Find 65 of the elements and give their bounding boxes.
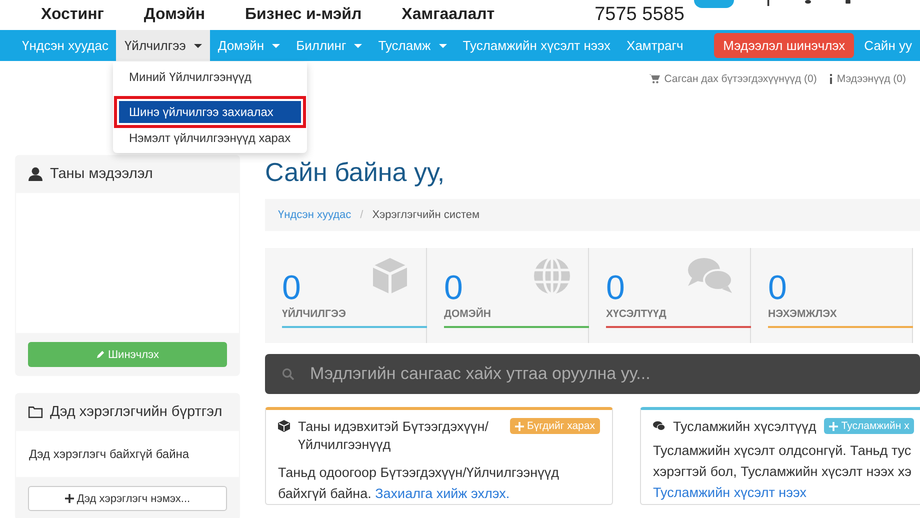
stat-label: ҮЙЛЧИЛГЭЭ [282, 308, 347, 320]
stat-tile[interactable]: 0 НЭХЭМЖЛЭХ [751, 248, 913, 343]
breadcrumb-separator: / [360, 209, 364, 221]
panel-title: Таны идэвхитэй Бүтээгдэхүүн/ Үйлчилгээнүүд [298, 418, 490, 454]
stat-value: 0 [768, 270, 787, 306]
badge-shape [694, 0, 734, 8]
menu-item[interactable]: Миний Үйлчилгээнүүд [113, 66, 307, 88]
stat-label: ДОМЭЙН [444, 308, 492, 320]
nav-item[interactable]: Хамтрагч [618, 30, 692, 61]
stat-tile[interactable]: 0 ХҮСЭЛТҮҮД [589, 248, 751, 343]
breadcrumb-item[interactable]: Үндсэн хуудас [278, 209, 352, 221]
search-input[interactable]: Мэдлэгийн сангаас хайх утгаа оруулна уу... [308, 363, 920, 385]
update-profile-button[interactable]: Шинэчлэх [28, 342, 227, 367]
nav-item[interactable]: Биллинг [288, 30, 370, 61]
stat-label: ХҮСЭЛТҮҮД [606, 308, 668, 320]
search-field[interactable]: Мэдлэгийн сангаас хайх утгаа оруулна уу... [265, 354, 920, 394]
plus-icon [64, 494, 74, 503]
breadcrumb-item: Хэрэглэгчийн систем [372, 209, 480, 221]
chat-bubbles-icon [686, 256, 734, 296]
panel-title: Дэд хэрэглэгчийн бүртгэл [50, 404, 222, 420]
panel-text: Тусламжийн хүсэлт олдсонгүй. Таньд тус [653, 442, 912, 460]
folder-icon [28, 405, 43, 419]
utility-link[interactable]: Сагсан дах бүтээгдэхүүнүүд (0) [664, 72, 817, 84]
header-link[interactable]: Бизнес и-мэйл [245, 6, 362, 24]
nav-item[interactable]: Үйлчилгээ [116, 30, 210, 61]
header-link[interactable]: Домэйн [144, 6, 206, 24]
panel-title: Таны мэдээлэл [50, 166, 153, 182]
stat-tile[interactable]: 0 ҮЙЛЧИЛГЭЭ [265, 248, 427, 343]
nav-item[interactable]: Домэйн [210, 30, 288, 61]
cube-icon [370, 256, 410, 296]
globe-icon [532, 256, 572, 296]
pencil-icon [96, 350, 105, 359]
update-button[interactable]: Мэдээлэл шинэчлэх [714, 33, 854, 58]
nav-item[interactable]: Тусламж [370, 30, 455, 61]
utility-link[interactable]: Мэдээнүүд (0) [836, 72, 906, 84]
greeting-link[interactable]: Сайн уу [856, 30, 920, 61]
header-link[interactable]: Хостинг [41, 6, 104, 24]
plus-icon [829, 422, 838, 430]
add-subaccount-button[interactable]: Дэд хэрэглэгч нэмэх... [28, 486, 227, 511]
stat-label: НЭХЭМЖЛЭХ [768, 308, 838, 320]
plus-icon [514, 422, 524, 430]
search-icon [282, 368, 294, 380]
menu-item[interactable]: Нэмэлт үйлчилгээнүүд харах [113, 127, 307, 149]
panel-text: Таньд одоогоор Бүтээгдэхүүн/Үйлчилгээнүүд байхгүй байна. Захиалга хийж эхлэх. [278, 464, 560, 503]
stat-tile[interactable]: 0 ДОМЭЙН [427, 248, 589, 343]
panel-text: хэрэгтэй бол, Тусламжийн хүсэлт нээх хэ [653, 463, 912, 481]
stat-value: 0 [606, 270, 625, 306]
panel-link[interactable]: Захиалга хийж эхлэх. [375, 486, 510, 501]
user-icon [28, 167, 43, 181]
header-link[interactable]: Хамгаалалт [402, 6, 495, 24]
chat-bubbles-icon [653, 420, 665, 432]
stat-value: 0 [444, 270, 463, 306]
stat-value: 0 [282, 270, 301, 306]
nav-item[interactable]: Тусламжийн хүсэлт нээх [454, 30, 619, 61]
nav-item[interactable]: Үндсэн хуудас [14, 30, 116, 61]
empty-message: Дэд хэрэглэгч байхгүй байна [16, 431, 239, 477]
menu-item[interactable]: Шинэ үйлчилгээ захиалах [119, 101, 301, 123]
page-title: Сайн байна уу, [265, 157, 446, 187]
panel-link[interactable]: Тусламжийн хүсэлт нээх [653, 485, 806, 500]
phone-number: 7575 5585 [594, 4, 684, 26]
panel-title: Тусламжийн хүсэлтүүд [673, 418, 816, 436]
panel-button[interactable]: Тусламжийн х [824, 418, 914, 434]
cube-icon [278, 420, 290, 432]
info-icon [828, 74, 833, 84]
cart-icon [649, 74, 660, 84]
